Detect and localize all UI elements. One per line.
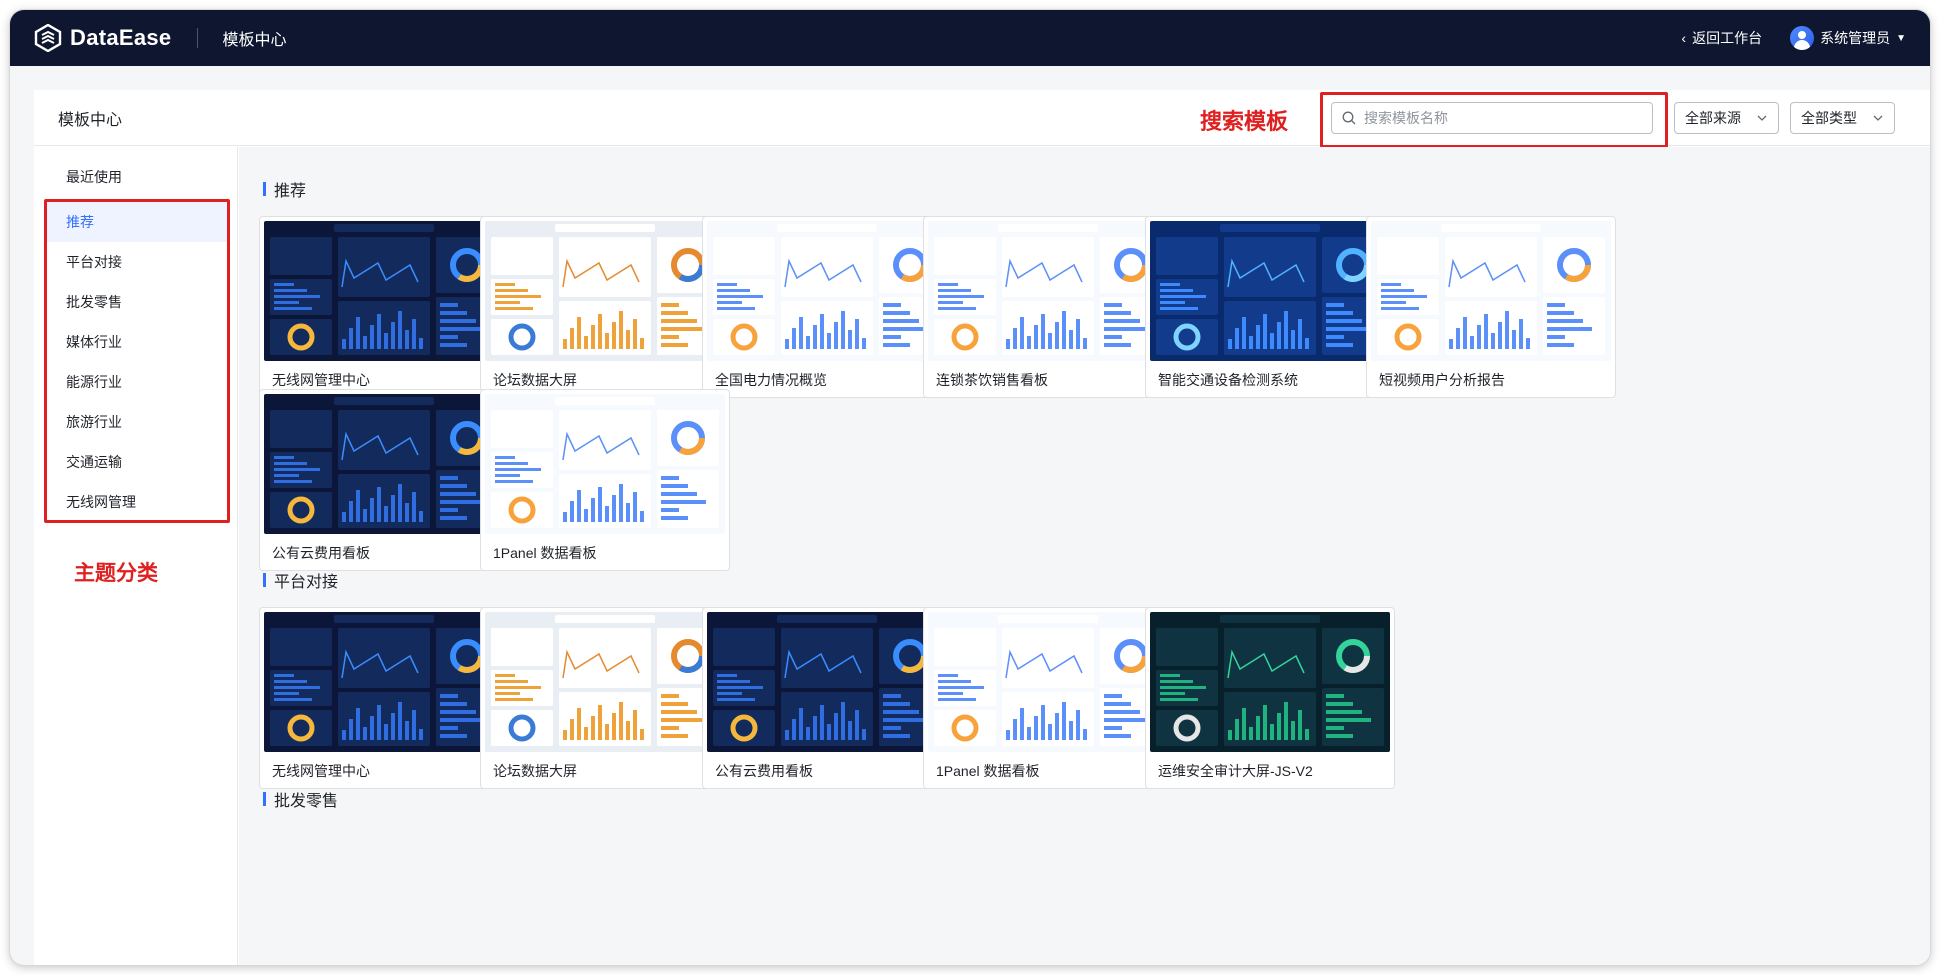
back-label: 返回工作台 bbox=[1692, 30, 1763, 46]
logo-text: DataEase bbox=[70, 25, 172, 50]
template-card[interactable]: 公有云费用看板 bbox=[702, 607, 952, 789]
template-card[interactable]: 无线网管理中心 bbox=[259, 607, 509, 789]
logo[interactable]: DataEase bbox=[34, 24, 171, 52]
section-title-text: 推荐 bbox=[274, 183, 307, 200]
template-content: 推荐 无线网管理中心 论坛数据大屏 全国电力情况概览 连锁茶饮销售看板 智能交通设备检测系… bbox=[239, 147, 1930, 965]
sidebar-item-category[interactable]: 交通运输 bbox=[47, 442, 227, 482]
template-card[interactable]: 短视频用户分析报告 bbox=[1366, 216, 1616, 398]
sidebar-item-recent[interactable]: 最近使用 bbox=[34, 157, 237, 197]
user-menu[interactable]: 系统管理员 ▼ bbox=[1790, 26, 1906, 50]
category-sidebar: 最近使用 推荐 平台对接 批发零售 媒体行业 能源行业 旅游行业 交通运输 无线网管理 主题分… bbox=[34, 147, 238, 965]
section-title: 推荐 bbox=[263, 177, 306, 201]
template-name: 论坛数据大屏 bbox=[493, 763, 577, 779]
sidebar-item-category[interactable]: 媒体行业 bbox=[47, 322, 227, 362]
template-thumbnail bbox=[707, 612, 947, 752]
category-list: 推荐 平台对接 批发零售 媒体行业 能源行业 旅游行业 交通运输 无线网管理 bbox=[47, 202, 227, 522]
app-section-title: 模板中心 bbox=[222, 32, 287, 49]
template-thumbnail bbox=[264, 221, 504, 361]
section-title-text: 平台对接 bbox=[274, 574, 339, 591]
template-card[interactable]: 1Panel 数据看板 bbox=[480, 389, 730, 571]
sidebar-item-category[interactable]: 推荐 bbox=[47, 202, 227, 242]
sidebar-item-category[interactable]: 能源行业 bbox=[47, 362, 227, 402]
caret-down-icon: ▼ bbox=[1896, 32, 1906, 44]
template-card[interactable]: 智能交通设备检测系统 bbox=[1145, 216, 1395, 398]
section-title-text: 批发零售 bbox=[274, 793, 339, 810]
sidebar-item-category[interactable]: 旅游行业 bbox=[47, 402, 227, 442]
avatar bbox=[1790, 26, 1815, 50]
template-card[interactable]: 运维安全审计大屏-JS-V2 bbox=[1145, 607, 1395, 789]
template-center-panel: 模板中心 搜索模板 全部来源 全部类型 最近使用 推荐平台对接批发零售媒体行业能… bbox=[34, 90, 1930, 965]
top-navbar: DataEase 模板中心 ‹ 返回工作台 系统管理员 ▼ bbox=[10, 10, 1930, 66]
type-filter-select[interactable]: 全部类型 bbox=[1790, 102, 1895, 134]
template-card[interactable]: 连锁茶饮销售看板 bbox=[923, 216, 1173, 398]
template-name: 运维安全审计大屏-JS-V2 bbox=[1158, 763, 1313, 779]
template-name: 公有云费用看板 bbox=[272, 545, 370, 561]
template-thumbnail bbox=[264, 612, 504, 752]
template-thumbnail bbox=[1150, 612, 1390, 752]
template-name: 无线网管理中心 bbox=[272, 763, 370, 779]
section-title: 平台对接 bbox=[263, 568, 338, 592]
template-card[interactable]: 论坛数据大屏 bbox=[480, 607, 730, 789]
search-annotation: 搜索模板 bbox=[1200, 109, 1289, 134]
template-name: 全国电力情况概览 bbox=[715, 372, 827, 388]
user-name: 系统管理员 bbox=[1820, 30, 1891, 46]
template-thumbnail bbox=[928, 221, 1168, 361]
template-thumbnail bbox=[1371, 221, 1611, 361]
divider bbox=[197, 28, 199, 48]
theme-annotation: 主题分类 bbox=[74, 562, 158, 585]
sidebar-item-category[interactable]: 平台对接 bbox=[47, 242, 227, 282]
chevron-down-icon bbox=[1873, 115, 1883, 121]
template-card[interactable]: 无线网管理中心 bbox=[259, 216, 509, 398]
app-window: DataEase 模板中心 ‹ 返回工作台 系统管理员 ▼ 模板中心 搜索模板 bbox=[10, 10, 1930, 965]
dataease-logo-icon bbox=[34, 24, 62, 52]
template-thumbnail bbox=[264, 394, 504, 534]
template-thumbnail bbox=[485, 221, 725, 361]
source-filter-select[interactable]: 全部来源 bbox=[1674, 102, 1779, 134]
template-name: 无线网管理中心 bbox=[272, 372, 370, 388]
template-name: 公有云费用看板 bbox=[715, 763, 813, 779]
template-name: 短视频用户分析报告 bbox=[1379, 372, 1505, 388]
template-card[interactable]: 全国电力情况概览 bbox=[702, 216, 952, 398]
sidebar-item-category[interactable]: 批发零售 bbox=[47, 282, 227, 322]
template-name: 1Panel 数据看板 bbox=[493, 545, 597, 561]
template-name: 智能交通设备检测系统 bbox=[1158, 372, 1298, 388]
template-card[interactable]: 论坛数据大屏 bbox=[480, 216, 730, 398]
chevron-down-icon bbox=[1757, 115, 1767, 121]
search-input[interactable] bbox=[1364, 110, 1644, 126]
source-filter-value: 全部来源 bbox=[1685, 110, 1741, 126]
template-thumbnail bbox=[1150, 221, 1390, 361]
section-title: 批发零售 bbox=[263, 787, 338, 811]
template-thumbnail bbox=[485, 394, 725, 534]
template-thumbnail bbox=[485, 612, 725, 752]
back-to-workbench-link[interactable]: ‹ 返回工作台 bbox=[1681, 28, 1762, 48]
search-field[interactable] bbox=[1331, 102, 1653, 134]
template-name: 连锁茶饮销售看板 bbox=[936, 372, 1048, 388]
page-title: 模板中心 bbox=[58, 111, 123, 129]
template-name: 论坛数据大屏 bbox=[493, 372, 577, 388]
sidebar-item-category[interactable]: 无线网管理 bbox=[47, 482, 227, 522]
template-thumbnail bbox=[928, 612, 1168, 752]
type-filter-value: 全部类型 bbox=[1801, 110, 1857, 126]
search-icon bbox=[1342, 111, 1356, 125]
top-right-actions: ‹ 返回工作台 系统管理员 ▼ bbox=[1681, 10, 1906, 66]
template-thumbnail bbox=[707, 221, 947, 361]
chevron-left-icon: ‹ bbox=[1681, 30, 1687, 46]
template-card[interactable]: 1Panel 数据看板 bbox=[923, 607, 1173, 789]
template-card[interactable]: 公有云费用看板 bbox=[259, 389, 509, 571]
template-name: 1Panel 数据看板 bbox=[936, 763, 1040, 779]
